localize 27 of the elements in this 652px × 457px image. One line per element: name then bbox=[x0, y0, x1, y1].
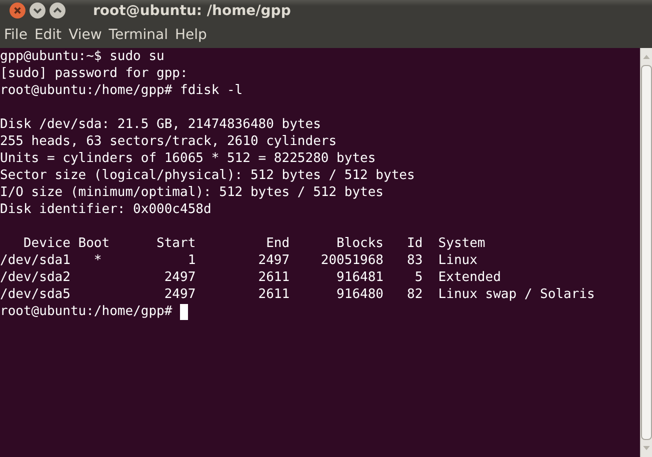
terminal-line: gpp@ubuntu:~$ sudo su bbox=[0, 48, 164, 65]
scroll-thumb[interactable] bbox=[641, 65, 652, 440]
terminal-line: root@ubuntu:/home/gpp# bbox=[0, 303, 172, 320]
scroll-up-icon[interactable] bbox=[643, 54, 650, 59]
terminal-line: 255 heads, 63 sectors/track, 2610 cylinders bbox=[0, 133, 337, 150]
terminal-line: I/O size (minimum/optimal): 512 bytes / 512 bytes bbox=[0, 184, 384, 201]
terminal-line: /dev/sda2 2497 2611 916481 5 Extended bbox=[0, 269, 501, 286]
menu-item[interactable]: Help bbox=[170, 26, 211, 42]
terminal-line: /dev/sda1 * 1 2497 20051968 83 Linux bbox=[0, 252, 478, 269]
terminal-line: Sector size (logical/physical): 512 bytes / 512 bytes bbox=[0, 167, 415, 184]
maximize-icon[interactable] bbox=[49, 2, 66, 19]
close-icon[interactable] bbox=[9, 2, 26, 19]
menu-item[interactable]: File bbox=[0, 26, 32, 42]
window-title: root@ubuntu: /home/gpp bbox=[93, 2, 291, 18]
terminal-line: Disk identifier: 0x000c458d bbox=[0, 201, 212, 218]
scroll-down-icon[interactable] bbox=[643, 446, 650, 451]
minimize-icon[interactable] bbox=[29, 2, 46, 19]
scrollbar[interactable] bbox=[640, 48, 652, 457]
terminal-line: Disk /dev/sda: 21.5 GB, 21474836480 bytes bbox=[0, 116, 321, 133]
terminal-line: /dev/sda5 2497 2611 916480 82 Linux swap / Solaris bbox=[0, 286, 595, 303]
terminal-line: Units = cylinders of 16065 * 512 = 8225280 bytes bbox=[0, 150, 376, 167]
menu-item[interactable]: Edit bbox=[30, 26, 66, 42]
terminal-line: Device Boot Start End Blocks Id System bbox=[22, 235, 486, 252]
menu-item[interactable]: View bbox=[64, 26, 106, 42]
menu-item[interactable]: Terminal bbox=[104, 26, 172, 42]
terminal-line: root@ubuntu:/home/gpp# fdisk -l bbox=[0, 82, 243, 99]
terminal-line: [sudo] password for gpp: bbox=[0, 65, 188, 82]
